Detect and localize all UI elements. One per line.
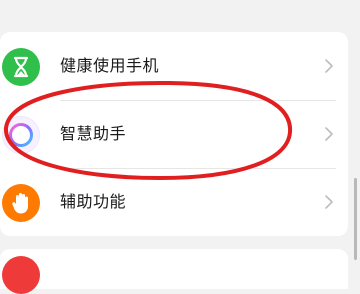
settings-item-smart-assistant[interactable]: 智慧助手 [0,100,348,168]
settings-group-bottom [0,249,348,294]
chevron-right-icon [325,195,333,209]
chevron-right-icon [325,59,333,73]
settings-item-digital-balance[interactable]: 健康使用手机 [0,32,348,100]
partial-app-icon [2,256,40,294]
hand-icon [2,184,40,222]
settings-item-label: 健康使用手机 [60,56,160,75]
settings-item-label: 辅助功能 [60,192,127,211]
settings-group: 健康使用手机 智慧助手 辅助功能 [0,32,348,236]
scrollbar[interactable] [354,178,357,260]
assistant-ring-icon [2,116,40,154]
hourglass-icon [2,48,40,86]
settings-item-label: 智慧助手 [60,124,127,143]
settings-item-accessibility[interactable]: 辅助功能 [0,168,348,236]
chevron-right-icon [325,127,333,141]
